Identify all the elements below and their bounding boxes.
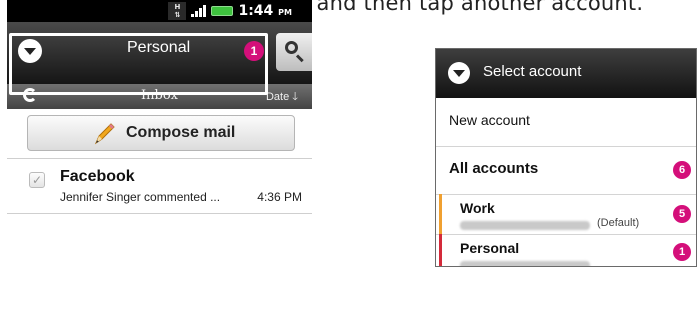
account-email-blurred <box>460 261 590 266</box>
status-icons: H ⇅ 1:44 PM <box>168 2 292 20</box>
account-color-stripe <box>439 194 442 234</box>
message-checkbox[interactable]: ✓ <box>29 172 45 188</box>
message-sender: Facebook <box>60 168 135 185</box>
highlight-callout-box <box>9 33 268 95</box>
status-clock-suffix: PM <box>278 8 292 17</box>
dialog-header: Select account <box>436 49 696 98</box>
network-type-icon: H ⇅ <box>168 2 187 20</box>
mail-list: Compose mail ✓ Facebook Jennifer Singer … <box>7 109 312 315</box>
message-snippet: Jennifer Singer commented ... <box>60 190 221 204</box>
account-count-badge: 5 <box>673 205 691 223</box>
battery-icon <box>211 6 234 16</box>
new-account-label: New account <box>449 112 530 128</box>
pencil-icon <box>94 123 115 145</box>
account-count-badge: 1 <box>673 243 691 261</box>
status-clock: 1:44 <box>238 3 274 19</box>
divider <box>7 158 312 159</box>
account-name: Personal <box>460 240 520 256</box>
collapse-dropdown-icon[interactable] <box>448 62 470 84</box>
account-color-stripe <box>439 234 442 266</box>
sort-by-date-button[interactable]: Date 🡓 <box>266 88 298 107</box>
all-accounts-count-badge: 6 <box>673 161 691 179</box>
arrow-down-icon: 🡓 <box>292 91 298 103</box>
divider <box>7 213 312 214</box>
account-email-blurred <box>460 221 590 230</box>
sort-label: Date <box>265 91 290 103</box>
compose-mail-label: Compose mail <box>126 124 236 141</box>
signal-strength-icon <box>191 5 207 17</box>
message-time: 4:36 PM <box>257 190 302 204</box>
page: different email account, and then tap an… <box>0 0 697 315</box>
compose-mail-button[interactable]: Compose mail <box>27 115 295 151</box>
search-button[interactable] <box>276 33 312 71</box>
default-account-label: (Default) <box>597 217 640 229</box>
new-account-option[interactable]: New account <box>436 98 696 146</box>
select-account-dialog: Select account New account All accounts … <box>435 48 697 267</box>
status-time: 1:44 PM <box>238 3 292 19</box>
message-row[interactable]: ✓ Facebook Jennifer Singer commented ...… <box>7 161 312 211</box>
account-name: Work <box>460 200 495 216</box>
all-accounts-option[interactable]: All accounts 6 <box>436 146 696 194</box>
network-type-label: H <box>174 3 181 11</box>
status-bar: H ⇅ 1:44 PM <box>7 0 312 22</box>
account-option-work[interactable]: Work (Default) 5 <box>436 194 696 234</box>
search-icon <box>285 41 298 54</box>
search-icon-handle <box>295 54 304 63</box>
dialog-title: Select account <box>483 63 582 80</box>
account-option-personal[interactable]: Personal 1 <box>436 234 696 266</box>
all-accounts-label: All accounts <box>449 160 539 177</box>
